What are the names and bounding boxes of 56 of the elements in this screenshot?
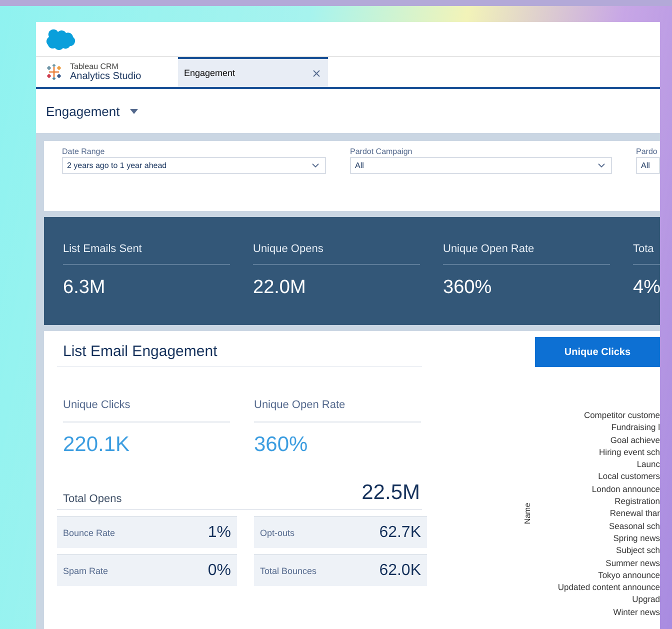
- stat-label: Opt-outs: [260, 528, 295, 538]
- stat-label: Total Bounces: [260, 566, 317, 576]
- filter-select[interactable]: All: [350, 157, 612, 174]
- metric-label: Unique Open Rate: [254, 399, 421, 423]
- category-label: Fundraising l: [611, 421, 660, 434]
- filter-label: Date Range: [62, 147, 106, 156]
- cross-cluster-logo: [46, 64, 62, 80]
- category-label: Renewal thar: [610, 507, 660, 520]
- filter-label: Pardot Campaign: [350, 147, 414, 156]
- axis-title: Name: [522, 502, 532, 524]
- card-title: List Email Engagement: [57, 343, 422, 367]
- category-label: Upgrad: [632, 593, 660, 606]
- kpi-value: 360%: [443, 276, 493, 299]
- app-title: Analytics Studio: [70, 71, 142, 82]
- cloud-logo: [46, 28, 76, 50]
- close-icon[interactable]: [311, 68, 322, 78]
- metric-label: Unique Clicks: [63, 399, 230, 423]
- stat-value: 62.0K: [379, 562, 421, 580]
- metric-value: 360%: [254, 432, 309, 457]
- stat-label: Spam Rate: [63, 566, 108, 576]
- kpi-value: 6.3M: [63, 276, 106, 299]
- kpi-label: Unique Opens: [253, 243, 420, 265]
- filter-label: Pardo: [636, 147, 658, 156]
- kpi-value: 22.0M: [253, 276, 307, 299]
- tab[interactable]: Engagement: [178, 57, 328, 87]
- category-label: Spring news: [613, 532, 660, 544]
- dashboard-title: Engagement: [46, 104, 120, 118]
- category-label: Registration: [614, 495, 660, 508]
- category-label: Launc: [636, 458, 660, 470]
- kpi-value: 4%: [633, 276, 660, 299]
- kpi-label: List Emails Sent: [63, 243, 230, 265]
- stat-value: 0%: [208, 562, 231, 580]
- filter-select[interactable]: All: [636, 157, 660, 174]
- category-label: Winter news: [613, 606, 660, 618]
- filter-select[interactable]: 2 years ago to 1 year ahead: [62, 157, 326, 174]
- dropdown-caret-icon[interactable]: [130, 108, 138, 114]
- category-label: Competitor custome: [584, 409, 660, 422]
- category-label: Seasonal sch: [608, 520, 660, 532]
- stat-value: 1%: [208, 524, 231, 542]
- kpi-label: Unique Open Rate: [443, 243, 610, 265]
- category-label: Subject sch: [616, 544, 660, 557]
- kpi-label: Tota: [633, 243, 660, 265]
- category-label: London announce: [592, 482, 660, 496]
- metric-label: Total Opens: [63, 493, 122, 505]
- category-label: Local customers: [598, 470, 660, 483]
- metric-value: 22.5M: [362, 481, 420, 505]
- stat-label: Bounce Rate: [63, 528, 116, 538]
- category-label: Updated content announce: [558, 581, 660, 594]
- category-label: Summer news: [606, 556, 660, 569]
- stat-value: 62.7K: [379, 524, 421, 542]
- app-subtitle: Tableau CRM: [70, 62, 120, 71]
- category-label: Goal achieve: [610, 434, 660, 446]
- metric-value: 220.1K: [63, 432, 131, 457]
- category-label: Tokyo announce: [598, 568, 660, 582]
- category-label: Hiring event sch: [599, 446, 660, 458]
- unique-clicks-button[interactable]: Unique Clicks: [535, 337, 660, 367]
